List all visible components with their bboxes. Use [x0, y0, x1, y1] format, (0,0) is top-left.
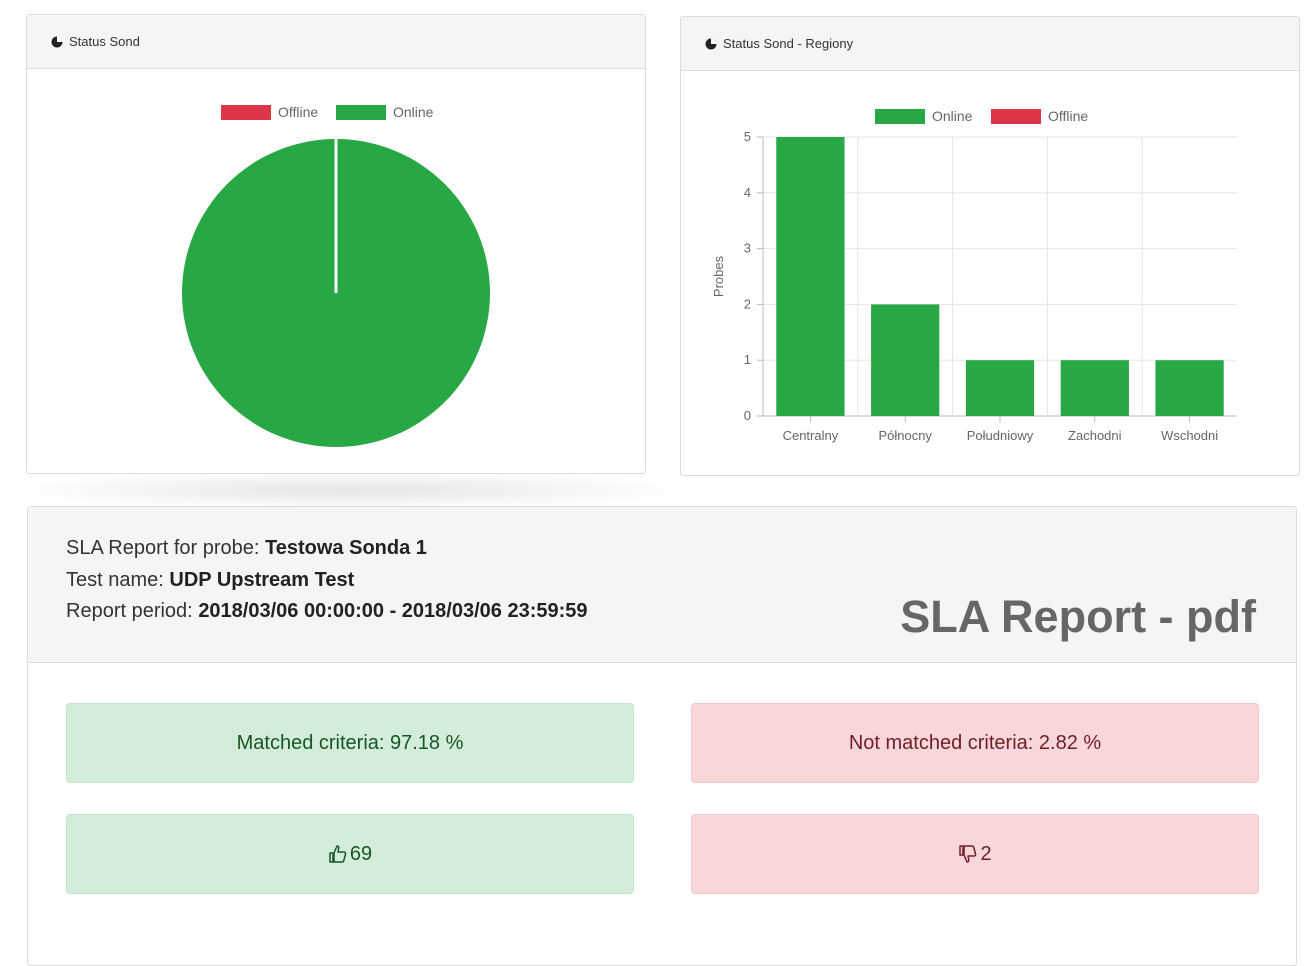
pie-legend-label-online: Online — [393, 104, 434, 120]
sla-test-label: Test name: — [66, 569, 164, 591]
thumbs-down-count: 2 — [980, 842, 992, 865]
pie-legend-label-offline: Offline — [278, 104, 318, 120]
sla-period-line: Report period: 2018/03/06 00:00:00 - 201… — [66, 600, 588, 623]
bar-x-tick-label: Południowy — [967, 428, 1034, 443]
thumbs-up-count: 69 — [349, 842, 373, 865]
sla-test-value: UDP Upstream Test — [169, 569, 355, 591]
sla-report-panel: SLA Report for probe: Testowa Sonda 1 Te… — [27, 506, 1297, 966]
pie-legend-swatch-offline — [221, 105, 271, 120]
not-matched-criteria-alert: Not matched criteria: 2.82 % — [691, 703, 1259, 783]
bar-x-tick-label: Północny — [878, 428, 932, 443]
bar-x-tick-label: Centralny — [783, 428, 839, 443]
sla-period-value: 2018/03/06 00:00:00 - 2018/03/06 23:59:5… — [198, 600, 588, 622]
sla-period-label: Report period: — [66, 600, 193, 622]
thumbs-up-icon — [329, 845, 347, 863]
thumbs-down-icon — [959, 845, 977, 863]
thumbs-up-count-alert: 69 — [66, 814, 634, 894]
sla-report-title: SLA Report - pdf — [900, 591, 1256, 642]
status-sond-panel: Status Sond Offline Online — [26, 14, 646, 474]
bar-y-tick-label: 0 — [744, 408, 751, 423]
bar-x-tick-label: Zachodni — [1068, 428, 1122, 443]
sla-probe-line: SLA Report for probe: Testowa Sonda 1 — [66, 537, 427, 560]
status-sond-title: Status Sond — [69, 34, 140, 49]
bar-online-3 — [965, 360, 1035, 416]
bar-legend-swatch-online — [875, 109, 925, 124]
bar-y-tick-label: 3 — [744, 241, 751, 256]
not-matched-criteria-text: Not matched criteria: 2.82 % — [848, 731, 1102, 754]
pie-legend-swatch-online — [336, 105, 386, 120]
sla-test-line: Test name: UDP Upstream Test — [66, 569, 354, 592]
status-sond-pie-chart: Offline Online — [182, 104, 490, 447]
bar-y-tick-label: 4 — [744, 185, 751, 200]
bar-legend-label-online: Online — [932, 108, 973, 124]
sla-report-heading: SLA Report for probe: Testowa Sonda 1 Te… — [28, 507, 1296, 663]
bar-online-4 — [1060, 360, 1129, 416]
bar-legend-label-offline: Offline — [1048, 108, 1088, 124]
status-sond-regiony-title: Status Sond - Regiony — [723, 36, 854, 51]
sla-probe-value: Testowa Sonda 1 — [265, 537, 427, 559]
status-sond-regiony-panel: Status Sond - Regiony Online Offline 0 1 2 3 4… — [680, 16, 1300, 476]
pie-chart-icon — [51, 36, 63, 47]
status-sond-heading: Status Sond — [27, 15, 645, 69]
bar-y-tick-label: 5 — [744, 129, 751, 144]
thumbs-down-count-alert: 2 — [691, 814, 1259, 894]
bar-y-tick-label: 1 — [744, 352, 751, 367]
bar-online-2 — [871, 304, 940, 416]
bar-x-tick-label: Wschodni — [1161, 428, 1218, 443]
panel-shadow — [0, 470, 700, 510]
matched-criteria-alert: Matched criteria: 97.18 % — [66, 703, 634, 783]
sla-probe-label: SLA Report for probe: — [66, 537, 260, 559]
pie-chart-icon — [705, 38, 717, 49]
bar-online-5 — [1155, 360, 1224, 416]
bar-legend-swatch-offline — [991, 109, 1041, 124]
bar-y-tick-label: 2 — [744, 296, 751, 311]
bar-online-1 — [776, 137, 845, 416]
matched-criteria-text: Matched criteria: 97.18 % — [236, 731, 464, 754]
status-sond-regiony-bar-chart: Online Offline 0 1 2 3 4 5 Probes Centralny Północ… — [711, 108, 1237, 443]
status-sond-regiony-heading: Status Sond - Regiony — [681, 17, 1299, 71]
bar-y-axis-label: Probes — [711, 255, 726, 297]
